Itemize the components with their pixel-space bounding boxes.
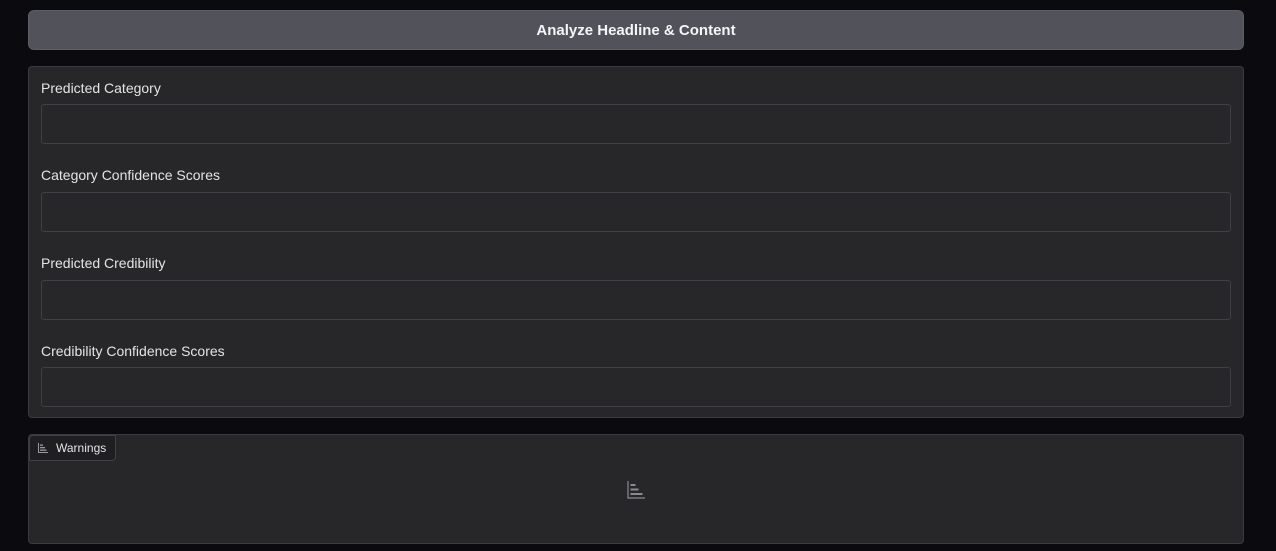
predicted-credibility-label: Predicted Credibility bbox=[41, 255, 166, 271]
bar-chart-icon bbox=[38, 443, 48, 453]
bar-chart-placeholder-icon bbox=[627, 481, 645, 499]
credibility-confidence-field[interactable] bbox=[41, 367, 1231, 407]
analyze-button[interactable]: Analyze Headline & Content bbox=[28, 10, 1244, 50]
warnings-tab-label: Warnings bbox=[56, 441, 107, 455]
predicted-category-field[interactable] bbox=[41, 104, 1231, 144]
predicted-category-label: Predicted Category bbox=[41, 80, 161, 96]
credibility-confidence-label: Credibility Confidence Scores bbox=[41, 343, 225, 359]
warnings-tab: Warnings bbox=[29, 435, 117, 461]
predicted-credibility-field[interactable] bbox=[41, 280, 1231, 320]
analyze-button-label: Analyze Headline & Content bbox=[536, 21, 736, 39]
outputs-panel: Predicted Category Category Confidence S… bbox=[28, 66, 1244, 418]
category-confidence-field[interactable] bbox=[41, 192, 1231, 232]
warnings-panel: Warnings bbox=[28, 434, 1244, 544]
category-confidence-label: Category Confidence Scores bbox=[41, 167, 220, 183]
